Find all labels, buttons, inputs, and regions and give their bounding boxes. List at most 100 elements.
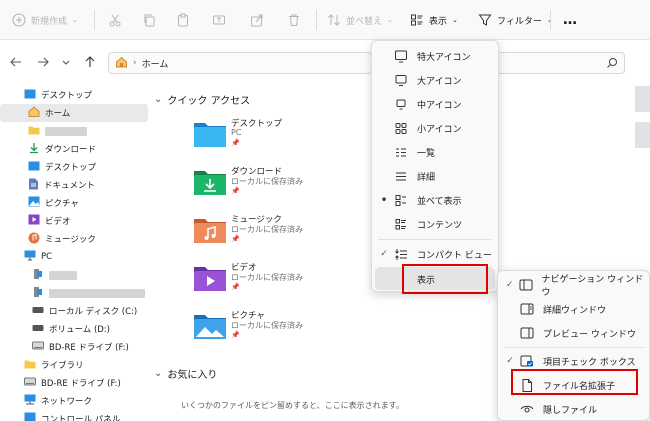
sidebar-item-libraries[interactable]: ライブラリ (0, 356, 148, 374)
address-bar[interactable]: › ホーム (108, 52, 372, 74)
menu-item-list[interactable]: 一覧 (375, 141, 495, 163)
quick-access-location: PC (231, 128, 242, 137)
sort-button[interactable]: 並べ替え ⌄ (327, 0, 393, 40)
sidebar-item-control-panel[interactable]: コントロール パネル (0, 410, 148, 421)
chevron-down-icon: ⌄ (387, 16, 393, 24)
funnel-icon (478, 13, 492, 27)
sidebar-item-label: ダウンロード (45, 145, 97, 155)
small-grid-icon (393, 121, 409, 135)
paste-button[interactable] (176, 0, 190, 40)
more-options-button[interactable]: … (563, 0, 577, 40)
menu-item-hidden-items[interactable]: 隠しファイル (501, 397, 647, 421)
music-icon (28, 232, 40, 247)
menu-item-navigation-pane[interactable]: ✓ ナビゲーション ウィンドウ (501, 273, 647, 298)
sidebar-item-local-disk[interactable]: ローカル ディスク (C:) (0, 302, 148, 320)
quick-access-header[interactable]: ⌄ クイック アクセス (154, 92, 250, 107)
search-input[interactable] (495, 52, 625, 74)
menu-item-label: 隠しファイル (543, 405, 598, 416)
sidebar-item-videos[interactable]: ビデオ (0, 212, 148, 230)
optical-drive-icon (32, 341, 44, 353)
filter-button[interactable]: フィルター ⌄ (478, 0, 553, 40)
sidebar-item-redacted[interactable] (0, 122, 148, 140)
sidebar-item-desktop[interactable]: デスクトップ (0, 158, 148, 176)
navigation-pane: デスクトップ ホーム ダウンロード デスクトップ ドキュメント ピクチャ ビデオ… (0, 86, 148, 421)
show-submenu: ✓ ナビゲーション ウィンドウ 詳細ウィンドウ プレビュー ウィンドウ ✓ 項目… (497, 270, 650, 421)
music-folder-icon (193, 216, 227, 244)
menu-item-details[interactable]: 詳細 (375, 165, 495, 187)
highlight-box-file-extensions (511, 369, 638, 395)
menu-item-label: プレビュー ウィンドウ (543, 329, 636, 340)
share-button[interactable] (250, 0, 264, 40)
cut-button[interactable] (108, 0, 122, 40)
view-icon (410, 13, 424, 27)
videos-folder-icon (193, 264, 227, 292)
menu-item-small-icons[interactable]: 小アイコン (375, 117, 495, 139)
menu-item-medium-icons[interactable]: 中アイコン (375, 93, 495, 115)
sidebar-item-downloads[interactable]: ダウンロード (0, 140, 148, 158)
breadcrumb-separator-icon: › (133, 58, 137, 68)
sort-button-label: 並べ替え (346, 16, 383, 27)
column-header-fragment (635, 86, 650, 112)
selected-dot-icon: • (380, 193, 388, 207)
folder-icon (28, 125, 40, 138)
sidebar-item-bd-drive[interactable]: BD-RE ドライブ (F:) (0, 338, 148, 356)
menu-item-preview-pane[interactable]: プレビュー ウィンドウ (501, 321, 647, 345)
menu-item-extra-large-icons[interactable]: 特大アイコン (375, 45, 495, 67)
menu-item-label: 詳細ウィンドウ (543, 305, 607, 316)
quick-access-item-videos[interactable]: ビデオ ローカルに保存済み 📌 (193, 258, 363, 304)
eye-icon (519, 402, 535, 416)
sidebar-item-label: ライブラリ (41, 361, 84, 371)
menu-item-label: コンパクト ビュー (417, 250, 492, 261)
sidebar-item-pc[interactable]: PC (0, 248, 148, 266)
menu-item-label: 中アイコン (417, 100, 462, 111)
quick-access-item-pictures[interactable]: ピクチャ ローカルに保存済み 📌 (193, 306, 363, 352)
menu-item-content[interactable]: コンテンツ (375, 213, 495, 235)
sidebar-item-music[interactable]: ミュージック (0, 230, 148, 248)
quick-access-item-desktop[interactable]: デスクトップ PC 📌 (193, 114, 363, 160)
document-icon (28, 178, 39, 193)
delete-button[interactable] (287, 0, 301, 40)
menu-item-large-icons[interactable]: 大アイコン (375, 69, 495, 91)
rename-button[interactable] (212, 0, 226, 40)
menu-item-tiles[interactable]: • 並べて表示 (375, 189, 495, 211)
new-button[interactable]: 新規作成 ⌄ (12, 0, 78, 40)
back-arrow-icon[interactable] (9, 55, 25, 71)
pin-icon: 📌 (231, 331, 240, 339)
favorites-header[interactable]: ⌄ お気に入り (154, 366, 217, 381)
redacted-label (49, 270, 77, 280)
sidebar-item-redacted-drive[interactable] (0, 284, 148, 302)
monitor-large-icon (393, 49, 409, 63)
menu-item-compact-view[interactable]: ✓ コンパクト ビュー (375, 243, 495, 265)
quick-access-item-downloads[interactable]: ダウンロード ローカルに保存済み 📌 (193, 162, 363, 208)
quick-access-item-music[interactable]: ミュージック ローカルに保存済み 📌 (193, 210, 363, 256)
view-button[interactable]: 表示 ⌄ (410, 0, 458, 40)
sidebar-item-bd-drive-2[interactable]: BD-RE ドライブ (F:) (0, 374, 148, 392)
sidebar-item-home[interactable]: ホーム (0, 104, 148, 122)
sidebar-item-label: ビデオ (45, 217, 71, 227)
sidebar-item-label: ピクチャ (45, 199, 79, 209)
picture-icon (28, 196, 40, 210)
breadcrumb-home[interactable]: ホーム (142, 57, 169, 70)
recent-locations-chevron-icon[interactable] (60, 55, 76, 71)
monitor-icon (393, 73, 409, 87)
sidebar-item-network[interactable]: ネットワーク (0, 392, 148, 410)
sidebar-item-desktop-top[interactable]: デスクトップ (0, 86, 148, 104)
rename-icon (212, 13, 226, 27)
sidebar-item-volume-d[interactable]: ボリューム (D:) (0, 320, 148, 338)
menu-item-label: 一覧 (417, 148, 436, 159)
sidebar-item-label: ネットワーク (41, 397, 93, 407)
more-icon: … (563, 12, 577, 28)
sort-arrows-icon (327, 13, 341, 27)
menu-item-details-pane[interactable]: 詳細ウィンドウ (501, 297, 647, 321)
tiles-icon (393, 193, 409, 207)
sidebar-item-redacted-drive[interactable] (0, 266, 148, 284)
list-icon (393, 145, 409, 159)
copy-button[interactable] (142, 0, 156, 40)
pin-icon: 📌 (231, 187, 240, 195)
chevron-down-icon: ⌄ (154, 94, 163, 105)
sidebar-item-pictures[interactable]: ピクチャ (0, 194, 148, 212)
up-arrow-icon[interactable] (83, 55, 99, 71)
column-header-fragment (635, 122, 650, 148)
sidebar-item-documents[interactable]: ドキュメント (0, 176, 148, 194)
forward-arrow-icon[interactable] (36, 55, 52, 71)
